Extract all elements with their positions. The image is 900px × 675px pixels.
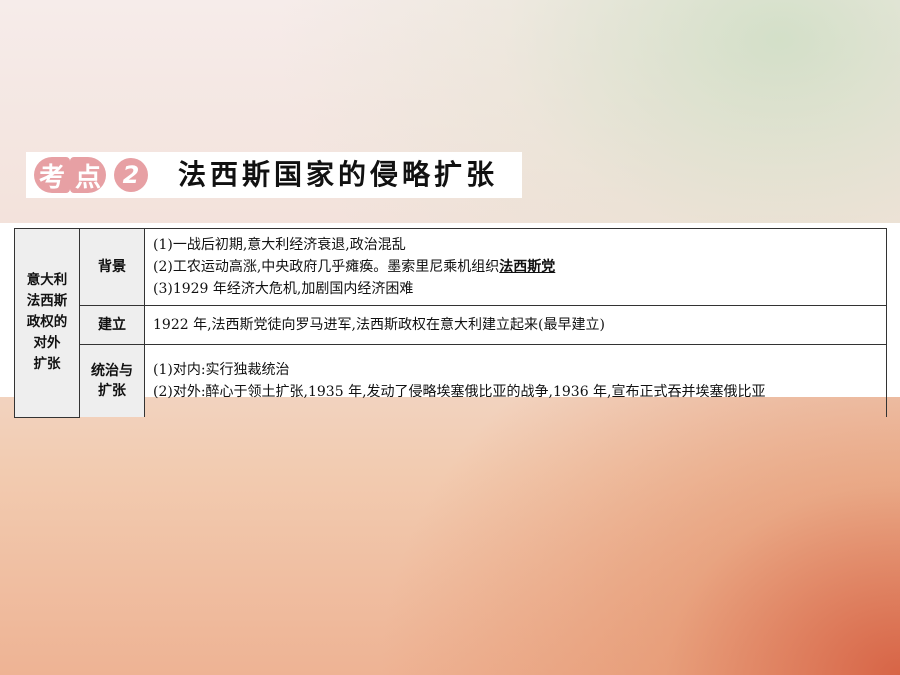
- row-content-rule-expansion: (1)对内:实行独裁统治 (2)对外:醉心于领土扩张,1935 年,发动了侵略埃…: [144, 344, 887, 417]
- row-label-rule-expansion: 统治与 扩张: [79, 344, 145, 417]
- row-label-text: 背景: [98, 259, 126, 275]
- topic-line: 意大利: [26, 272, 68, 289]
- content-line: (3)1929 年经济大危机,加剧国内经济困难: [153, 281, 414, 297]
- row-content-establish: 1922 年,法西斯党徒向罗马进军,法西斯政权在意大利建立起来(最早建立): [144, 305, 887, 345]
- content-panel: 意大利 法西斯 政权的 对外 扩张 背景 (1)一战后初期,意大利经济衰退,政治…: [0, 223, 900, 418]
- row-label-establish: 建立: [79, 305, 145, 345]
- content-line: (1)对内:实行独裁统治: [153, 362, 290, 378]
- section-heading: 考 点 2 法西斯国家的侵略扩张: [26, 152, 522, 198]
- table-row: 建立 1922 年,法西斯党徒向罗马进军,法西斯政权在意大利建立起来(最早建立): [15, 305, 887, 345]
- topic-line: 法西斯: [26, 293, 68, 310]
- content-line: (2)工农运动高涨,中央政府几乎瘫痪。墨索里尼乘机组织法西斯党: [153, 256, 878, 278]
- key-term: 法西斯党: [499, 259, 556, 275]
- topic-line: 政权的: [26, 314, 68, 331]
- row-content-background: (1)一战后初期,意大利经济衰退,政治混乱 (2)工农运动高涨,中央政府几乎瘫痪…: [144, 228, 887, 306]
- table-row: 统治与 扩张 (1)对内:实行独裁统治 (2)对外:醉心于领土扩张,1935 年…: [15, 344, 887, 417]
- content-line-text: (2)工农运动高涨,中央政府几乎瘫痪。墨索里尼乘机组织: [153, 259, 500, 275]
- badge-number: 2: [114, 158, 148, 192]
- row-label-text: 扩张: [98, 383, 126, 399]
- section-title: 法西斯国家的侵略扩张: [178, 158, 499, 191]
- topic-line: 扩张: [33, 356, 61, 373]
- topic-cell: 意大利 法西斯 政权的 对外 扩张: [14, 228, 80, 418]
- topic-line: 对外: [33, 335, 61, 352]
- row-label-background: 背景: [79, 228, 145, 306]
- table-row: 意大利 法西斯 政权的 对外 扩张 背景 (1)一战后初期,意大利经济衰退,政治…: [14, 228, 887, 418]
- content-line: (2)对外:醉心于领土扩张,1935 年,发动了侵略埃塞俄比亚的战争,1936 …: [153, 384, 766, 400]
- row-label-text: 统治与: [91, 363, 133, 379]
- row-label-text: 建立: [98, 317, 126, 333]
- badge-kao: 考: [34, 157, 70, 193]
- knowledge-table: 意大利 法西斯 政权的 对外 扩张 背景 (1)一战后初期,意大利经济衰退,政治…: [14, 228, 887, 418]
- badge-dian: 点: [70, 157, 106, 193]
- kaodian-badge: 考 点 2: [34, 157, 156, 193]
- content-line: 1922 年,法西斯党徒向罗马进军,法西斯政权在意大利建立起来(最早建立): [153, 317, 605, 333]
- content-line: (1)一战后初期,意大利经济衰退,政治混乱: [153, 237, 406, 253]
